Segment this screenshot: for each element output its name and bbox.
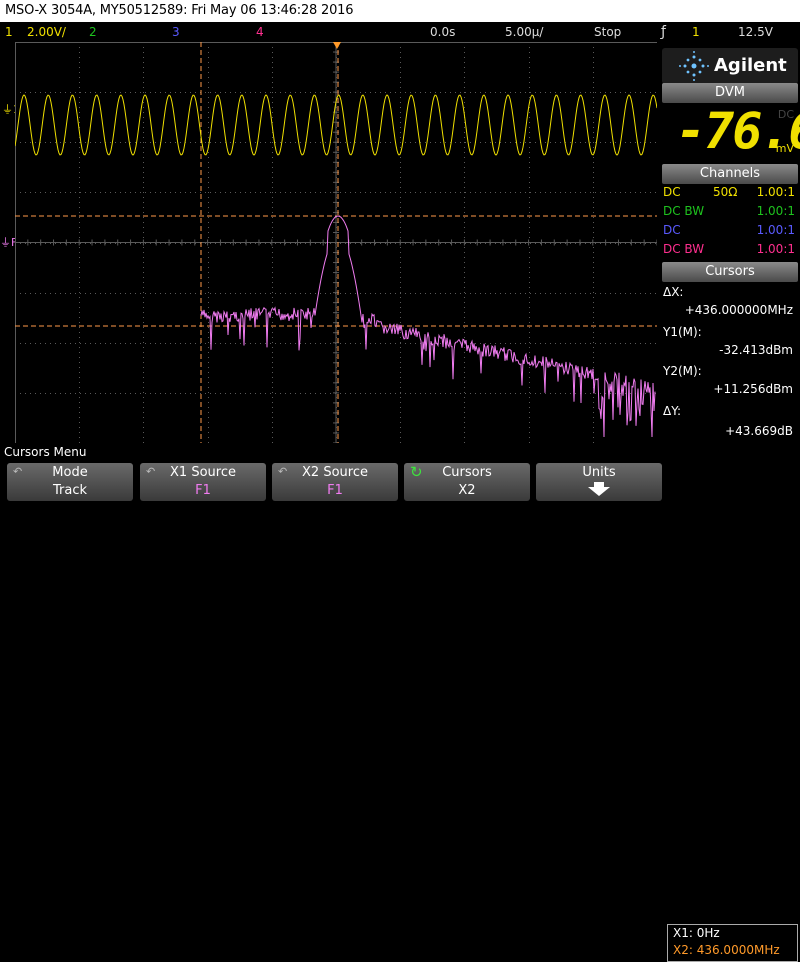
channel-probe: 1.00:1 — [756, 204, 795, 218]
brand-name: Agilent — [714, 55, 787, 76]
mode-softkey[interactable]: ↶ Mode Track — [7, 463, 133, 501]
y2-value: +11.256dBm — [713, 382, 793, 396]
softkey-value: F1 — [195, 483, 211, 498]
x1-source-softkey[interactable]: ↶ X1 Source F1 — [140, 463, 266, 501]
time-scale[interactable]: 5.00µ/ — [505, 22, 543, 42]
ch1-number[interactable]: 1 — [5, 22, 13, 42]
waveform-display[interactable] — [15, 42, 657, 443]
softkey-value: F1 — [327, 483, 343, 498]
time-delay[interactable]: 0.0s — [430, 22, 455, 42]
dy-value: +43.669dB — [725, 424, 793, 438]
softkey-bar: ↶ Mode Track ↶ X1 Source F1 ↶ X2 Source … — [0, 461, 800, 962]
channel-coupling: DC — [663, 185, 681, 199]
channel-impedance: 50Ω — [713, 185, 738, 199]
dvm-header: DVM — [662, 83, 798, 103]
dx-readout: +436.000000MHz — [663, 301, 797, 319]
status-bar: 1 2.00V/ 2 3 4 0.0s 5.00µ/ Stop ƒ 1 12.5… — [0, 22, 800, 42]
trigger-level[interactable]: 12.5V — [738, 22, 773, 42]
down-arrow-icon — [536, 482, 662, 502]
channel-row-3[interactable]: DC 1.00:1 — [663, 221, 797, 240]
y1-readout: -32.413dBm — [663, 341, 797, 359]
ground-icon: ⏚ — [2, 103, 13, 116]
ch4-number[interactable]: 4 — [256, 22, 264, 42]
x2-readout: X2: 436.0000MHz — [673, 943, 780, 957]
channel-probe: 1.00:1 — [756, 185, 795, 199]
dx-value: +436.000000MHz — [684, 303, 793, 317]
channel-coupling: DC BW — [663, 204, 705, 218]
dy-label: ΔY: — [663, 404, 681, 418]
channel-row-2[interactable]: DC BW 1.00:1 — [663, 202, 797, 221]
ch1-scale[interactable]: 2.00V/ — [27, 22, 66, 42]
dx-label: ΔX: — [663, 285, 684, 299]
window-title: MSO-X 3054A, MY50512589: Fri May 06 13:4… — [0, 0, 800, 22]
channel-coupling: DC BW — [663, 242, 705, 256]
channel-coupling: DC — [663, 223, 681, 237]
ground-icon: ⏚ — [0, 236, 11, 249]
softkey-label: X2 Source — [302, 465, 368, 480]
run-state: Stop — [594, 25, 622, 39]
y1-label: Y1(M): — [663, 325, 702, 339]
ch3-number[interactable]: 3 — [172, 22, 180, 42]
agilent-spark-icon — [679, 51, 709, 81]
channel-row-1[interactable]: DC 50Ω 1.00:1 — [663, 183, 797, 202]
menu-title: Cursors Menu — [0, 443, 800, 461]
softkey-label: Units — [582, 465, 616, 480]
softkey-value: X2 — [458, 483, 476, 498]
dvm-readout: -76.6 DC mV — [662, 102, 800, 162]
dy-readout: +43.669dB — [663, 422, 797, 440]
y1-value: -32.413dBm — [719, 343, 793, 357]
softkey-value: Track — [52, 483, 88, 498]
channel-row-4[interactable]: DC BW 1.00:1 — [663, 240, 797, 259]
softkey-label: Cursors — [442, 465, 492, 480]
brand-logo: Agilent — [662, 48, 798, 84]
cursors-softkey[interactable]: ↻ Cursors X2 — [404, 463, 530, 501]
trigger-channel: 1 — [692, 25, 700, 39]
cursor-xy-readout: X1: 0Hz X2: 436.0000MHz — [667, 924, 798, 962]
y2-label: Y2(M): — [663, 364, 702, 378]
trigger-edge-icon: ƒ — [661, 24, 666, 40]
cursors-header: Cursors — [662, 262, 798, 282]
x1-readout: X1: 0Hz — [673, 926, 720, 940]
softkey-label: X1 Source — [170, 465, 236, 480]
y2-readout: +11.256dBm — [663, 380, 797, 398]
x2-source-softkey[interactable]: ↶ X2 Source F1 — [272, 463, 398, 501]
sidebar: Agilent DVM -76.6 DC mV Channels DC 50Ω … — [660, 42, 800, 443]
dvm-coupling: DC — [777, 108, 794, 121]
channels-header: Channels — [662, 164, 798, 184]
softkey-label: Mode — [52, 465, 88, 480]
channel-probe: 1.00:1 — [756, 223, 795, 237]
units-softkey[interactable]: Units — [536, 463, 662, 501]
ch2-number[interactable]: 2 — [89, 22, 97, 42]
dvm-unit: mV — [775, 142, 794, 155]
channel-probe: 1.00:1 — [756, 242, 795, 256]
